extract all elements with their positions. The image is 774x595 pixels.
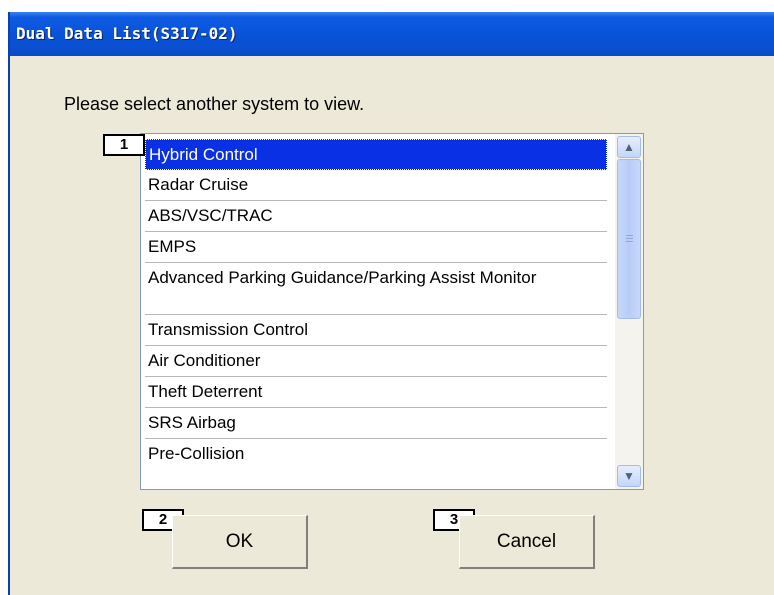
list-item-hybrid-control[interactable]: Hybrid Control: [145, 139, 607, 170]
list-item-air-conditioner[interactable]: Air Conditioner: [145, 346, 607, 377]
list-item-srs-airbag[interactable]: SRS Airbag: [145, 408, 607, 439]
list-item-pre-collision[interactable]: Pre-Collision: [145, 439, 607, 470]
list-item-theft-deterrent[interactable]: Theft Deterrent: [145, 377, 607, 408]
cancel-button[interactable]: Cancel: [459, 515, 595, 569]
list-item-emps[interactable]: EMPS: [145, 232, 607, 263]
instruction-text: Please select another system to view.: [64, 94, 365, 114]
scroll-down-button[interactable]: ▼: [617, 465, 641, 487]
list-item-transmission-control[interactable]: Transmission Control: [145, 315, 607, 346]
list-item-radar-cruise[interactable]: Radar Cruise: [145, 170, 607, 201]
window-title: Dual Data List(S317-02): [16, 24, 238, 43]
ok-button[interactable]: OK: [172, 515, 308, 569]
vertical-scrollbar[interactable]: ▲ ▼: [615, 134, 643, 489]
list-item-parking-assist[interactable]: Advanced Parking Guidance/Parking Assist…: [145, 263, 607, 315]
list-item-abs-vsc-trac[interactable]: ABS/VSC/TRAC: [145, 201, 607, 232]
scroll-thumb[interactable]: [617, 159, 641, 319]
grip-line: [626, 241, 633, 242]
scroll-up-button[interactable]: ▲: [617, 136, 641, 158]
chevron-up-icon: ▲: [623, 140, 635, 154]
chevron-down-icon: ▼: [623, 469, 635, 483]
grip-line: [626, 238, 633, 239]
title-bar[interactable]: Dual Data List(S317-02): [10, 12, 774, 56]
callout-1: 1: [103, 134, 145, 156]
grip-line: [626, 235, 633, 236]
system-listbox[interactable]: Hybrid Control Radar Cruise ABS/VSC/TRAC…: [140, 133, 644, 490]
